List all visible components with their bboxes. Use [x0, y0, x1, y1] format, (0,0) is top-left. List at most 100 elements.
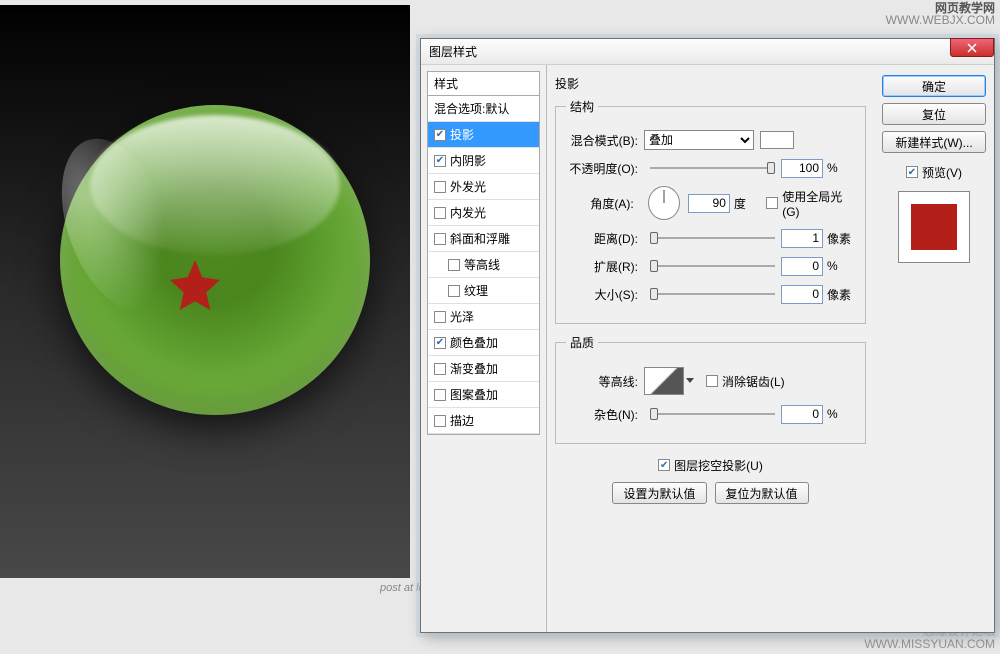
style-item[interactable]: 斜面和浮雕 — [428, 226, 539, 252]
style-item[interactable]: 内发光 — [428, 200, 539, 226]
canvas-background — [0, 5, 410, 578]
opacity-slider[interactable] — [650, 159, 775, 177]
knockout-row: 图层挖空投影(U) — [555, 454, 866, 476]
angle-row: 角度(A): 度 使用全局光(G) — [566, 185, 855, 221]
shadow-color-swatch[interactable] — [760, 131, 794, 149]
settings-column: 投影 结构 混合模式(B): 叠加 不透明度(O): % 角度(A): — [547, 65, 874, 632]
preview-box — [898, 191, 970, 263]
style-item[interactable]: 图案叠加 — [428, 382, 539, 408]
ok-button[interactable]: 确定 — [882, 75, 986, 97]
blend-mode-row: 混合模式(B): 叠加 — [566, 129, 855, 151]
close-button[interactable] — [950, 38, 994, 57]
spread-row: 扩展(R): % — [566, 255, 855, 277]
size-row: 大小(S): 像素 — [566, 283, 855, 305]
new-style-button[interactable]: 新建样式(W)... — [882, 131, 986, 153]
size-label: 大小(S): — [566, 286, 644, 303]
dialog-body: 样式 混合选项:默认投影内阴影外发光内发光斜面和浮雕等高线纹理光泽颜色叠加渐变叠… — [421, 65, 994, 632]
antialias-checkbox[interactable] — [706, 375, 718, 387]
antialias-label: 消除锯齿(L) — [722, 373, 785, 390]
size-unit: 像素 — [827, 286, 855, 303]
style-checkbox[interactable] — [434, 363, 446, 375]
noise-row: 杂色(N): % — [566, 403, 855, 425]
style-item[interactable]: 纹理 — [428, 278, 539, 304]
styles-column: 样式 混合选项:默认投影内阴影外发光内发光斜面和浮雕等高线纹理光泽颜色叠加渐变叠… — [421, 65, 547, 632]
contour-label: 等高线: — [566, 373, 644, 390]
structure-fieldset: 结构 混合模式(B): 叠加 不透明度(O): % 角度(A): 度 — [555, 98, 866, 324]
style-label: 外发光 — [450, 178, 486, 195]
style-checkbox[interactable] — [434, 155, 446, 167]
noise-input[interactable] — [781, 405, 823, 424]
style-label: 内阴影 — [450, 152, 486, 169]
opacity-row: 不透明度(O): % — [566, 157, 855, 179]
size-input[interactable] — [781, 285, 823, 304]
style-checkbox[interactable] — [434, 311, 446, 323]
star-icon — [165, 255, 225, 315]
style-item[interactable]: 投影 — [428, 122, 539, 148]
chevron-down-icon — [686, 378, 694, 383]
style-item[interactable]: 光泽 — [428, 304, 539, 330]
style-label: 颜色叠加 — [450, 334, 498, 351]
angle-input[interactable] — [688, 194, 730, 213]
knockout-label: 图层挖空投影(U) — [674, 457, 763, 474]
noise-unit: % — [827, 407, 855, 421]
style-label: 渐变叠加 — [450, 360, 498, 377]
style-label: 光泽 — [450, 308, 474, 325]
spread-label: 扩展(R): — [566, 258, 644, 275]
contour-picker[interactable] — [644, 367, 684, 395]
style-checkbox[interactable] — [434, 129, 446, 141]
noise-label: 杂色(N): — [566, 406, 644, 423]
dialog-title: 图层样式 — [429, 43, 477, 60]
styles-list: 混合选项:默认投影内阴影外发光内发光斜面和浮雕等高线纹理光泽颜色叠加渐变叠加图案… — [427, 95, 540, 435]
style-checkbox[interactable] — [434, 337, 446, 349]
spread-slider[interactable] — [650, 257, 775, 275]
panel-title: 投影 — [555, 75, 866, 92]
global-light-checkbox[interactable] — [766, 197, 778, 209]
reset-default-button[interactable]: 复位为默认值 — [715, 482, 809, 504]
dialog-titlebar[interactable]: 图层样式 — [421, 39, 994, 65]
distance-slider[interactable] — [650, 229, 775, 247]
preview-checkbox[interactable] — [906, 166, 918, 178]
structure-legend: 结构 — [566, 98, 598, 115]
opacity-unit: % — [827, 161, 855, 175]
spread-input[interactable] — [781, 257, 823, 276]
style-label: 等高线 — [464, 256, 500, 273]
style-item[interactable]: 等高线 — [428, 252, 539, 278]
style-label: 描边 — [450, 412, 474, 429]
style-label: 图案叠加 — [450, 386, 498, 403]
blend-mode-select[interactable]: 叠加 — [644, 130, 754, 150]
preview-swatch — [911, 204, 957, 250]
cancel-button[interactable]: 复位 — [882, 103, 986, 125]
style-item[interactable]: 混合选项:默认 — [428, 96, 539, 122]
green-ball-artwork — [60, 105, 370, 415]
spread-unit: % — [827, 259, 855, 273]
style-item[interactable]: 描边 — [428, 408, 539, 434]
style-checkbox[interactable] — [434, 207, 446, 219]
quality-legend: 品质 — [566, 334, 598, 351]
size-slider[interactable] — [650, 285, 775, 303]
style-item[interactable]: 内阴影 — [428, 148, 539, 174]
angle-dial[interactable] — [648, 186, 680, 220]
opacity-input[interactable] — [781, 159, 823, 178]
style-checkbox[interactable] — [448, 285, 460, 297]
style-label: 纹理 — [464, 282, 488, 299]
style-checkbox[interactable] — [434, 233, 446, 245]
distance-row: 距离(D): 像素 — [566, 227, 855, 249]
style-item[interactable]: 渐变叠加 — [428, 356, 539, 382]
style-label: 投影 — [450, 126, 474, 143]
style-checkbox[interactable] — [434, 415, 446, 427]
style-checkbox[interactable] — [434, 389, 446, 401]
style-checkbox[interactable] — [434, 181, 446, 193]
style-item[interactable]: 颜色叠加 — [428, 330, 539, 356]
style-checkbox[interactable] — [448, 259, 460, 271]
close-icon — [967, 43, 977, 53]
watermark-br-url: WWW.MISSYUAN.COM — [864, 638, 995, 651]
side-column: 确定 复位 新建样式(W)... 预览(V) — [874, 65, 994, 632]
default-buttons-row: 设置为默认值 复位为默认值 — [555, 482, 866, 504]
distance-input[interactable] — [781, 229, 823, 248]
layer-style-dialog: 图层样式 样式 混合选项:默认投影内阴影外发光内发光斜面和浮雕等高线纹理光泽颜色… — [420, 38, 995, 633]
style-item[interactable]: 外发光 — [428, 174, 539, 200]
distance-label: 距离(D): — [566, 230, 644, 247]
noise-slider[interactable] — [650, 405, 775, 423]
set-default-button[interactable]: 设置为默认值 — [612, 482, 706, 504]
knockout-checkbox[interactable] — [658, 459, 670, 471]
